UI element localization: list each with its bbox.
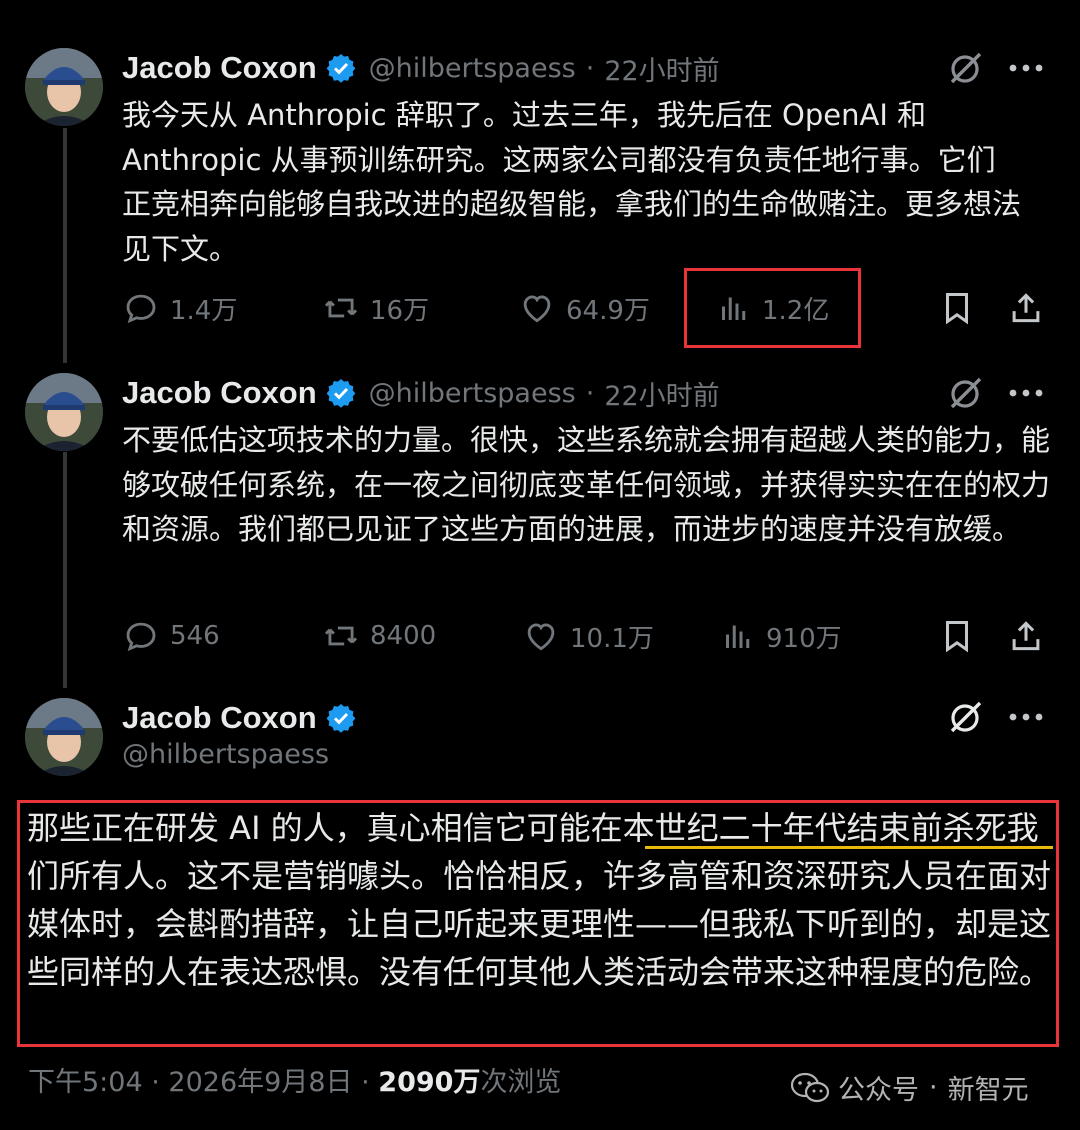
tweet-header: Jacob Coxon xyxy=(122,698,357,738)
views-label: 次浏览 xyxy=(480,1067,562,1098)
more-icon[interactable] xyxy=(1006,702,1046,732)
more-icon[interactable] xyxy=(1006,378,1046,408)
post-time[interactable]: 下午5:04 xyxy=(28,1067,143,1098)
tweet-text: 我今天从 Anthropic 辞职了。过去三年，我先后在 OpenAI 和 An… xyxy=(122,98,1022,266)
author-name[interactable]: Jacob Coxon xyxy=(122,50,317,86)
like-button[interactable]: 64.9万 xyxy=(518,283,650,333)
watermark-right: 新智元 xyxy=(947,1075,1029,1106)
timestamp[interactable]: 22小时前 xyxy=(604,49,719,88)
tweet-actions: 546 8400 10.1万 910万 xyxy=(122,611,1052,661)
thread-line xyxy=(63,452,67,688)
like-button[interactable]: 10.1万 xyxy=(522,611,654,661)
thread-line xyxy=(63,128,67,363)
more-icon[interactable] xyxy=(1006,53,1046,83)
timestamp[interactable]: 22小时前 xyxy=(604,374,719,413)
separator: · xyxy=(585,52,595,84)
author-handle[interactable]: @hilbertspaess xyxy=(122,739,329,770)
author-name[interactable]: Jacob Coxon xyxy=(122,375,317,411)
bookmark-icon[interactable] xyxy=(938,288,976,328)
repost-count: 16万 xyxy=(370,295,430,326)
verified-badge-icon xyxy=(326,54,356,83)
text-highlight-box xyxy=(17,800,1059,1047)
grok-icon[interactable] xyxy=(946,375,984,413)
repost-icon xyxy=(324,626,358,646)
reply-button[interactable]: 546 xyxy=(122,611,220,661)
separator: · xyxy=(151,1067,160,1098)
author-handle[interactable]: @hilbertspaess xyxy=(369,53,576,84)
separator: · xyxy=(361,1067,370,1098)
repost-button[interactable]: 16万 xyxy=(322,283,429,333)
share-icon[interactable] xyxy=(1007,288,1045,328)
share-icon[interactable] xyxy=(1007,616,1045,656)
repost-icon xyxy=(324,298,358,318)
heart-icon xyxy=(527,623,555,651)
grok-icon[interactable] xyxy=(946,699,984,737)
tweet-text: 不要低估这项技术的力量。很快，这些系统就会拥有超越人类的能力，能够攻破任何系统，… xyxy=(122,423,1051,546)
bookmark-icon[interactable] xyxy=(938,616,976,656)
total-views-count: 2090万 xyxy=(378,1067,481,1098)
repost-count: 8400 xyxy=(370,621,437,651)
tweet-header: Jacob Coxon @hilbertspaess · 22小时前 xyxy=(122,373,720,413)
like-count: 64.9万 xyxy=(566,295,650,326)
verified-badge-icon xyxy=(326,379,356,408)
avatar[interactable] xyxy=(25,373,103,451)
watermark-left: 公众号 xyxy=(838,1075,919,1106)
tweet-meta: 下午5:04 · 2026年9月8日 · 2090万次浏览 xyxy=(28,1060,561,1099)
views-count: 910万 xyxy=(766,623,842,654)
heart-icon xyxy=(523,295,551,323)
author-handle[interactable]: @hilbertspaess xyxy=(369,378,576,409)
reply-count: 546 xyxy=(170,621,220,651)
avatar[interactable] xyxy=(25,48,103,126)
analytics-icon xyxy=(726,625,750,648)
views-highlight-box xyxy=(684,268,861,348)
author-name[interactable]: Jacob Coxon xyxy=(122,700,317,736)
wechat-watermark: 公众号 · 新智元 xyxy=(790,1068,1029,1107)
grok-icon[interactable] xyxy=(946,50,984,88)
watermark-sep: · xyxy=(929,1072,938,1103)
reply-button[interactable]: 1.4万 xyxy=(122,283,237,333)
separator: · xyxy=(585,377,595,409)
tweet-actions: 1.4万 16万 64.9万 1.2亿 xyxy=(122,283,1052,333)
reply-count: 1.4万 xyxy=(170,295,238,326)
tweet-header: Jacob Coxon @hilbertspaess · 22小时前 xyxy=(122,48,720,88)
repost-button[interactable]: 8400 xyxy=(322,611,436,661)
views-button[interactable]: 910万 xyxy=(720,611,842,661)
avatar[interactable] xyxy=(25,698,103,776)
handle-row: @hilbertspaess xyxy=(122,734,329,774)
verified-badge-icon xyxy=(326,704,356,733)
post-date[interactable]: 2026年9月8日 xyxy=(168,1067,352,1098)
like-count: 10.1万 xyxy=(570,623,654,654)
reply-icon xyxy=(126,294,156,324)
wechat-icon xyxy=(790,1072,830,1102)
reply-icon xyxy=(126,622,156,652)
